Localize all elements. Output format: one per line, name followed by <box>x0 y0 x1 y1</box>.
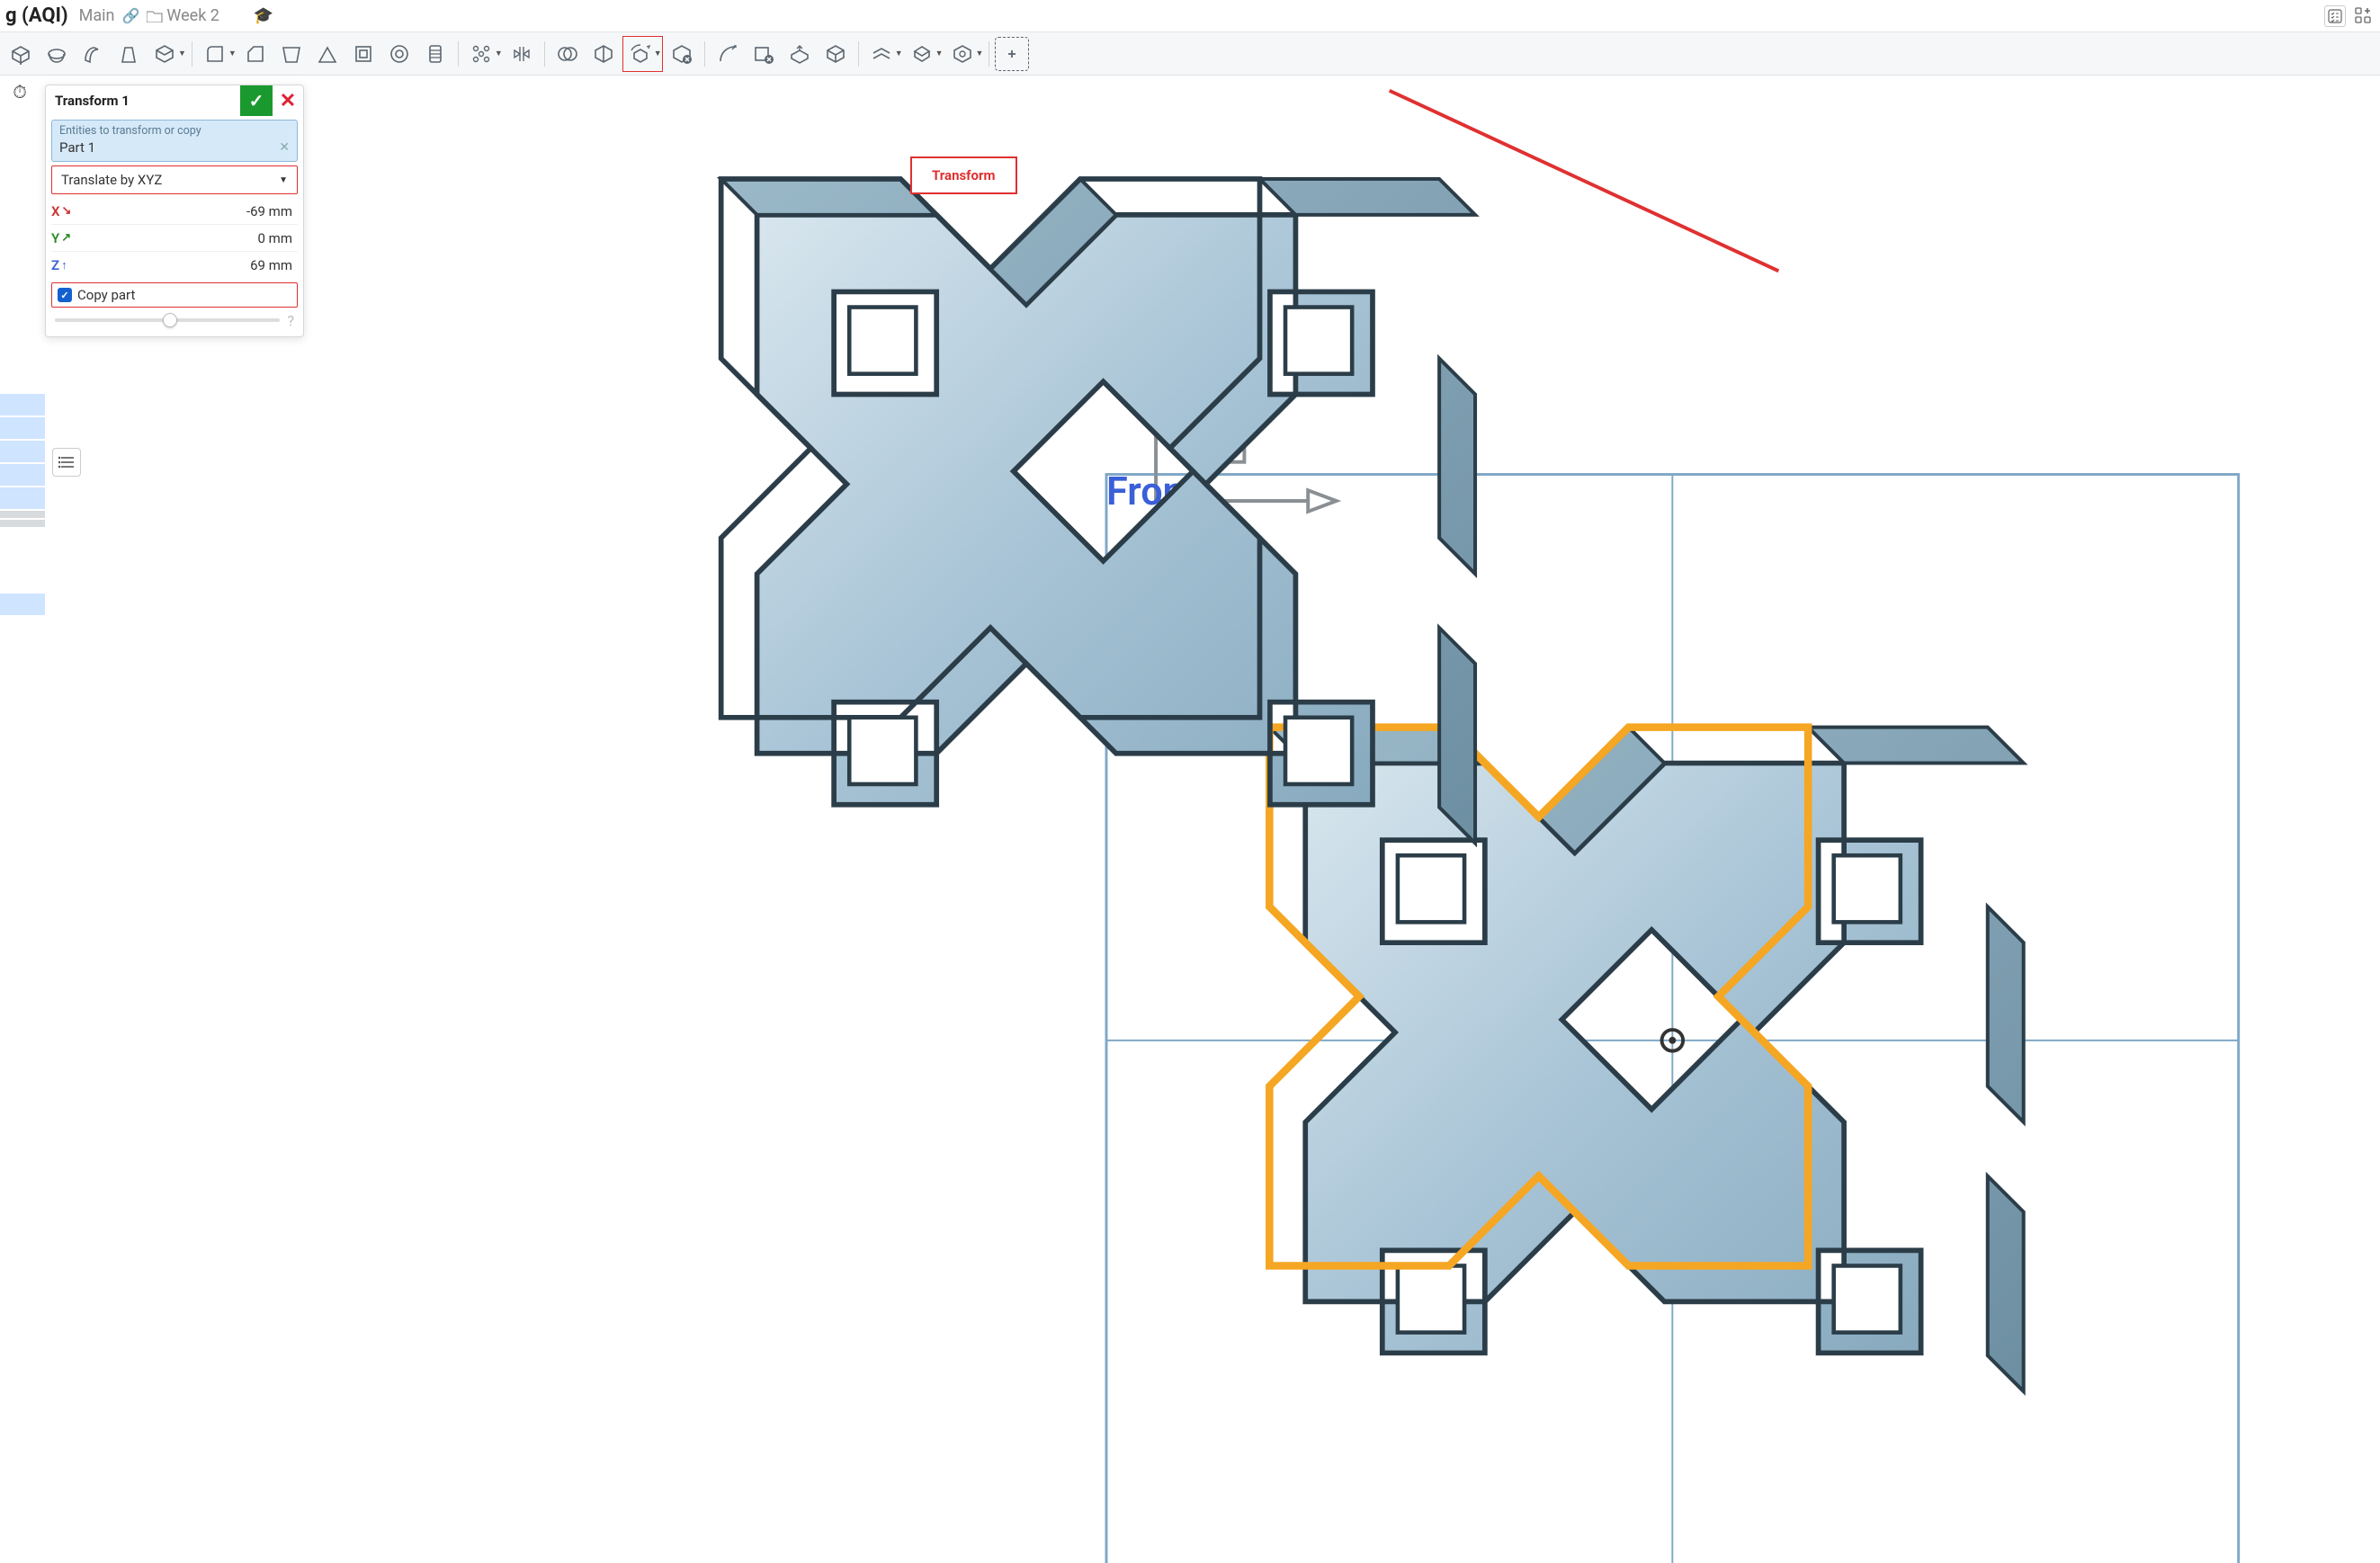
feature-row[interactable] <box>0 417 45 439</box>
help-icon[interactable]: ? <box>287 312 294 329</box>
rib-icon[interactable] <box>310 37 344 71</box>
feature-divider <box>0 520 45 527</box>
dialog-title: Transform 1 <box>55 93 240 109</box>
feature-row[interactable] <box>0 441 45 462</box>
revolve-icon[interactable] <box>40 37 74 71</box>
folder-breadcrumb[interactable]: Week 2 <box>147 6 219 25</box>
confirm-button[interactable]: ✓ <box>240 85 273 116</box>
extrude-icon[interactable] <box>4 37 38 71</box>
checkbox-icon: ✓ <box>58 288 72 302</box>
transform-icon[interactable] <box>623 37 658 71</box>
transform-tool-highlighted[interactable]: ▼ <box>622 36 663 72</box>
feature-toolbar: ▼ ▼ ▼ ▼ ▼ ▼ ▼ <box>0 32 2380 76</box>
link-icon[interactable]: 🔗 <box>121 7 139 24</box>
thread-icon[interactable] <box>418 37 452 71</box>
hole-icon[interactable] <box>382 37 416 71</box>
feature-row[interactable] <box>0 594 45 615</box>
transform-dialog: Transform 1 ✓ ✕ Entities to transform or… <box>45 85 304 337</box>
document-title: g (AQI) <box>5 4 68 27</box>
loft-icon[interactable] <box>112 37 146 71</box>
canvas-svg: Front <box>45 76 2380 1563</box>
x-value-input[interactable]: -69 mm <box>76 203 298 219</box>
sweep-icon[interactable] <box>76 37 110 71</box>
feature-divider <box>0 511 45 518</box>
boolean-icon[interactable] <box>550 37 585 71</box>
document-header: g (AQI) Main 🔗 Week 2 🎓 <box>0 0 2380 32</box>
split-icon[interactable] <box>586 37 621 71</box>
feature-row[interactable] <box>0 464 45 486</box>
draft-icon[interactable] <box>274 37 309 71</box>
callout-transform: Transform <box>910 156 1017 194</box>
delete-face-icon[interactable] <box>747 37 781 71</box>
modify-fillet-icon[interactable] <box>711 37 745 71</box>
chevron-down-icon: ▼ <box>279 175 288 185</box>
feature-row[interactable] <box>0 394 45 415</box>
selection-value: Part 1 <box>59 139 95 156</box>
transform-mode-select[interactable]: Translate by XYZ ▼ <box>51 165 298 194</box>
boundary-icon[interactable] <box>905 37 939 71</box>
pattern-icon[interactable] <box>464 37 498 71</box>
enclose-icon[interactable] <box>945 37 980 71</box>
opacity-slider[interactable] <box>55 318 280 322</box>
checklist-icon[interactable] <box>2324 5 2346 27</box>
education-icon[interactable]: 🎓 <box>254 6 273 25</box>
delete-part-icon[interactable] <box>665 37 699 71</box>
mirror-icon[interactable] <box>505 37 539 71</box>
shell-icon[interactable] <box>346 37 380 71</box>
model-canvas[interactable]: Front Transform <box>45 76 2380 1563</box>
feature-tree-column: ⏱ <box>0 76 45 1563</box>
entity-selection-box[interactable]: Entities to transform or copy Part 1 ✕ <box>51 120 298 162</box>
offset-surf-icon[interactable] <box>864 37 899 71</box>
z-value-input[interactable]: 69 mm <box>76 257 298 273</box>
feature-row[interactable] <box>0 487 45 509</box>
branch-name[interactable]: Main <box>79 6 115 25</box>
cancel-button[interactable]: ✕ <box>273 85 303 116</box>
filter-features-button[interactable] <box>52 448 81 477</box>
clear-selection-icon[interactable]: ✕ <box>279 140 290 155</box>
copy-part-checkbox[interactable]: ✓ Copy part <box>51 282 298 308</box>
replace-face-icon[interactable] <box>819 37 853 71</box>
add-app-icon[interactable] <box>2353 5 2375 27</box>
thicken-icon[interactable] <box>148 37 182 71</box>
move-face-icon[interactable] <box>783 37 817 71</box>
chamfer-icon[interactable] <box>238 37 273 71</box>
section-select-icon[interactable] <box>995 37 1029 71</box>
fillet-icon[interactable] <box>198 37 232 71</box>
stopwatch-icon[interactable]: ⏱ <box>7 79 32 104</box>
y-value-input[interactable]: 0 mm <box>76 230 298 246</box>
